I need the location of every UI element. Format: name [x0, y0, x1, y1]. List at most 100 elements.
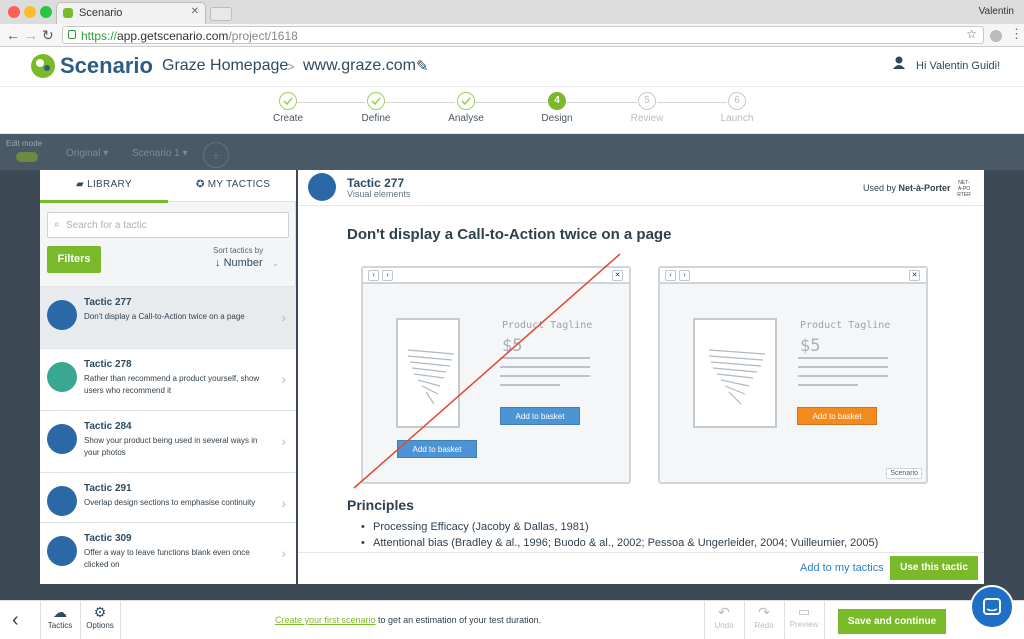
extension-icon[interactable]: [990, 30, 1002, 42]
app-header: [0, 47, 1024, 85]
browser-menu-icon[interactable]: ⋮: [1010, 26, 1023, 42]
use-this-tactic-button[interactable]: Use this tactic: [890, 556, 978, 580]
browser-tab-title: Scenario: [79, 7, 123, 19]
step-label-launch: Launch: [720, 113, 754, 124]
tactics-button[interactable]: ☁ Tactics: [40, 604, 80, 630]
reload-icon[interactable]: ↻: [42, 27, 54, 44]
minimize-window-button[interactable]: [24, 6, 36, 18]
brand-name[interactable]: Scenario: [60, 53, 153, 79]
tactic-description: Don't display a Call-to-Action twice on …: [84, 312, 245, 321]
variant-scenario-label: Scenario 1: [132, 148, 180, 159]
step-define-check-icon[interactable]: [367, 92, 385, 110]
brain-outline-icon: ☁: [53, 604, 67, 620]
project-site: www.graze.com: [303, 57, 416, 74]
back-chevron-icon[interactable]: ‹: [12, 609, 19, 632]
text-line: [798, 384, 858, 386]
tab-library[interactable]: ▰ LIBRARY: [76, 179, 132, 190]
tactic-description: Rather than recommend a product yourself…: [84, 374, 260, 395]
favicon-icon: [63, 8, 73, 18]
text-line: [798, 357, 888, 359]
user-icon[interactable]: [893, 56, 905, 69]
edit-pencil-icon[interactable]: ✎: [416, 57, 429, 75]
tactic-category: Visual elements: [347, 189, 411, 199]
options-button[interactable]: ⚙ Options: [80, 604, 120, 630]
product-tagline: Product Tagline: [800, 320, 891, 331]
close-tab-icon[interactable]: ✕: [191, 6, 199, 17]
new-tab-button[interactable]: [210, 7, 232, 21]
used-by: Used by Net-à-Porter: [863, 183, 951, 193]
monitor-icon: ▭: [797, 604, 811, 619]
undo-button[interactable]: ↶ Undo: [704, 604, 744, 630]
preview-button[interactable]: ▭ Preview: [784, 604, 824, 629]
browser-tab[interactable]: Scenario ✕: [56, 2, 206, 24]
star-badge-icon: ✪: [196, 179, 205, 190]
tab-my-tactics[interactable]: ✪ MY TACTICS: [196, 179, 270, 190]
close-window-button[interactable]: [8, 6, 20, 18]
user-greeting[interactable]: Hi Valentin Guidi!: [916, 60, 1000, 72]
step-label-design[interactable]: Design: [522, 113, 592, 124]
chevron-right-icon: ›: [281, 495, 286, 511]
project-name[interactable]: Graze Homepage: [162, 57, 288, 75]
gear-icon: ⚙: [93, 604, 107, 620]
browser-profile-name[interactable]: Valentin: [979, 6, 1014, 17]
url-scheme: https://: [81, 29, 118, 43]
bookmark-star-icon[interactable]: ☆: [966, 27, 977, 41]
text-line: [798, 375, 888, 377]
step-label-create[interactable]: Create: [253, 113, 323, 124]
sort-arrow-icon: ↓: [215, 257, 221, 269]
save-and-continue-button[interactable]: Save and continue: [838, 609, 946, 634]
step-label-analyse[interactable]: Analyse: [431, 113, 501, 124]
tactic-list-item[interactable]: Tactic 309 Offer a way to leave function…: [40, 522, 296, 584]
text-line: [798, 366, 888, 368]
chevron-right-icon: ›: [281, 309, 286, 325]
tactic-search-input[interactable]: ⌕ Search for a tactic: [47, 212, 289, 238]
step-review-number: 5: [638, 92, 656, 110]
tactic-title: Tactic 277: [84, 297, 132, 308]
tactic-heading: Don't display a Call-to-Action twice on …: [347, 226, 672, 243]
filters-button[interactable]: Filters: [47, 246, 101, 273]
scenario-logo-icon[interactable]: [30, 53, 56, 79]
url-field[interactable]: https://app.getscenario.com/project/1618…: [62, 26, 984, 44]
step-connector: [657, 102, 727, 103]
step-label-review: Review: [630, 113, 664, 124]
add-variant-icon[interactable]: +: [203, 142, 229, 168]
chevron-down-icon: ⌄: [271, 258, 280, 268]
chat-launcher-button[interactable]: [970, 585, 1014, 629]
create-scenario-link[interactable]: Create your first scenario: [275, 615, 376, 625]
sort-select[interactable]: ↓ Number ⌄: [215, 257, 279, 269]
book-icon: ▰: [76, 179, 84, 190]
back-icon[interactable]: ←: [6, 27, 20, 43]
undo-icon: ↶: [718, 604, 730, 620]
zoom-window-button[interactable]: [40, 6, 52, 18]
search-icon: ⌕: [54, 219, 60, 230]
divider: [824, 600, 825, 639]
chat-icon: [983, 598, 1001, 615]
tactic-list-item[interactable]: Tactic 278 Rather than recommend a produ…: [40, 348, 296, 410]
principle-item: Processing Efficacy (Jacoby & Dallas, 19…: [361, 521, 589, 533]
variant-scenario-tab[interactable]: Scenario 1 ▾: [132, 148, 188, 159]
tactic-list-item[interactable]: Tactic 277 Don't display a Call-to-Actio…: [40, 286, 296, 348]
step-launch-number: 6: [728, 92, 746, 110]
step-connector: [567, 102, 637, 103]
brand-logo: NET-A-PORTER: [957, 180, 971, 198]
step-design-number[interactable]: 4: [548, 92, 566, 110]
tactic-list-item[interactable]: Tactic 284 Show your product being used …: [40, 410, 296, 472]
mock-close-icon: ✕: [909, 270, 920, 281]
divider: [120, 600, 121, 639]
mock-window-bar: [660, 268, 926, 284]
chevron-right-icon: ›: [281, 545, 286, 561]
step-label-define[interactable]: Define: [341, 113, 411, 124]
add-to-my-tactics-link[interactable]: Add to my tactics: [800, 562, 884, 574]
chevron-right-icon: ›: [281, 433, 286, 449]
undo-label: Undo: [714, 621, 734, 630]
active-tab-indicator: [40, 200, 168, 203]
redo-button[interactable]: ↷ Redo: [744, 604, 784, 630]
estimation-text: to get an estimation of your test durati…: [375, 615, 542, 625]
forward-icon[interactable]: →: [24, 27, 38, 43]
edit-mode-toggle[interactable]: [16, 152, 38, 162]
tactic-title: Tactic 284: [84, 421, 132, 432]
variant-original-tab[interactable]: Original ▾: [66, 148, 108, 159]
step-analyse-check-icon[interactable]: [457, 92, 475, 110]
used-by-prefix: Used by: [863, 183, 897, 193]
step-create-check-icon[interactable]: [279, 92, 297, 110]
